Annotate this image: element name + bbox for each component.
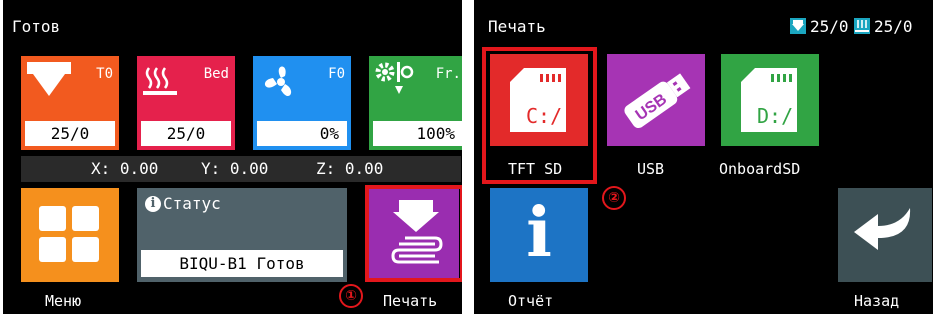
bed-tile-name: Bed bbox=[203, 66, 229, 82]
y-coordinate: Y: 0.00 bbox=[201, 159, 269, 178]
usb-button[interactable]: USB bbox=[607, 54, 705, 146]
report-button[interactable]: i bbox=[490, 188, 588, 282]
nozzle-tile-name: T0 bbox=[96, 66, 113, 82]
nozzle-header-temp: 25/0 bbox=[810, 17, 849, 36]
feedrate-value: 100% bbox=[373, 121, 462, 146]
feedrate-text: 100% bbox=[416, 124, 455, 143]
status-panel-title: Статус bbox=[163, 194, 221, 213]
back-button[interactable] bbox=[838, 188, 932, 282]
usb-drive-icon: USB bbox=[617, 64, 695, 136]
bed-temp-tile[interactable]: Bed 25/0 bbox=[137, 56, 235, 150]
report-label: Отчёт bbox=[508, 292, 554, 310]
nozzle-small-icon bbox=[790, 18, 806, 34]
print-label: Печать bbox=[383, 292, 438, 310]
print-screen-title: Печать bbox=[488, 17, 546, 36]
print-highlight-box bbox=[365, 185, 462, 282]
bed-temp-value: 25/0 bbox=[141, 121, 231, 146]
step-1-marker: ① bbox=[339, 284, 363, 308]
fan-icon bbox=[259, 60, 303, 104]
grid-icon bbox=[39, 206, 101, 264]
info-icon: i bbox=[145, 196, 161, 212]
gear-icon bbox=[375, 62, 419, 96]
fan-speed-text: 0% bbox=[319, 124, 339, 143]
menu-button[interactable] bbox=[21, 188, 119, 282]
status-title: Готов bbox=[12, 17, 61, 36]
coordinate-bar: X: 0.00 Y: 0.00 Z: 0.00 bbox=[21, 156, 461, 182]
fan-tile-name: F0 bbox=[328, 66, 345, 82]
x-coordinate: X: 0.00 bbox=[91, 159, 159, 178]
bed-small-icon bbox=[854, 18, 870, 34]
tft-sd-highlight-box bbox=[482, 47, 597, 184]
step-2-marker: ② bbox=[602, 186, 626, 210]
onboard-sd-button[interactable]: D:/ bbox=[721, 54, 819, 146]
status-message: BIQU-B1 Готов bbox=[141, 250, 343, 277]
onboard-sd-label: OnboardSD bbox=[719, 160, 801, 178]
onboard-sd-drive: D:/ bbox=[757, 104, 794, 128]
main-screen: Готов T0 25/0 Bed 25/0 F0 0% Fr. 100% X:… bbox=[3, 0, 462, 314]
feedrate-tile[interactable]: Fr. 100% bbox=[369, 56, 462, 150]
bed-heat-icon bbox=[143, 64, 177, 98]
nozzle-icon bbox=[27, 62, 71, 102]
back-label: Назад bbox=[854, 292, 900, 310]
z-coordinate: Z: 0.00 bbox=[316, 159, 384, 178]
feedrate-tile-name: Fr. bbox=[435, 66, 461, 82]
status-panel[interactable]: i Статус BIQU-B1 Готов bbox=[137, 188, 347, 282]
nozzle-temp-value: 25/0 bbox=[25, 121, 115, 146]
back-arrow-icon bbox=[852, 204, 918, 264]
nozzle-temp-tile[interactable]: T0 25/0 bbox=[21, 56, 119, 150]
fan-speed-value: 0% bbox=[257, 121, 347, 146]
menu-label: Меню bbox=[45, 292, 82, 310]
info-large-icon: i bbox=[526, 193, 552, 273]
bed-header-temp: 25/0 bbox=[874, 17, 913, 36]
print-source-screen: Печать 25/0 25/0 C:/ TFT SD ② USB USB D:… bbox=[474, 0, 933, 314]
fan-tile[interactable]: F0 0% bbox=[253, 56, 351, 150]
usb-label: USB bbox=[637, 160, 665, 178]
